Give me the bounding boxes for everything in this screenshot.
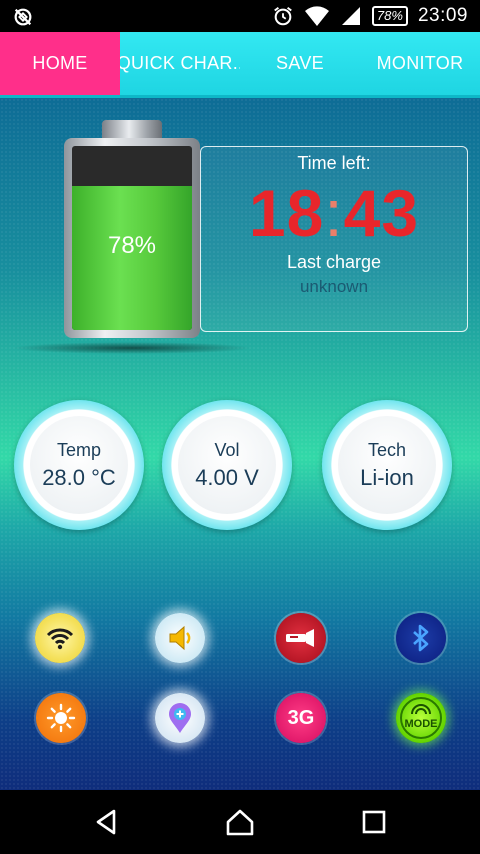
tab-monitor[interactable]: MONITOR bbox=[360, 32, 480, 95]
flashlight-toggle[interactable] bbox=[276, 613, 326, 663]
time-left-panel: Time left: 18:43 Last charge unknown bbox=[200, 146, 468, 332]
bluetooth-icon bbox=[413, 624, 429, 652]
technology-label: Tech bbox=[367, 439, 407, 460]
tab-save[interactable]: SAVE bbox=[240, 32, 360, 95]
brightness-toggle[interactable] bbox=[36, 693, 86, 743]
battery-status: 78% bbox=[371, 6, 408, 26]
status-bar: 78% 23:09 bbox=[0, 0, 480, 32]
speaker-icon bbox=[169, 625, 191, 651]
time-left-colon: : bbox=[324, 176, 344, 250]
technology-value: Li-ion bbox=[360, 464, 414, 490]
mobile-data-toggle[interactable]: 3G bbox=[276, 693, 326, 743]
signal-arc-icon bbox=[411, 704, 431, 715]
mobile-data-label: 3G bbox=[287, 706, 315, 729]
clock: 23:09 bbox=[417, 5, 468, 26]
location-pin-icon bbox=[169, 703, 191, 733]
voltage-label: Vol bbox=[214, 439, 240, 460]
last-charge-value: unknown bbox=[299, 277, 369, 296]
sun-icon bbox=[46, 703, 76, 733]
recents-icon[interactable] bbox=[358, 806, 390, 838]
wifi-icon bbox=[46, 628, 74, 650]
mode-toggle[interactable]: MODE bbox=[396, 693, 446, 743]
mode-label: MODE bbox=[404, 718, 438, 730]
technology-gauge[interactable]: Tech Li-ion bbox=[322, 400, 452, 530]
voltage-gauge[interactable]: Vol 4.00 V bbox=[162, 400, 292, 530]
time-left-value: 18:43 bbox=[201, 174, 467, 252]
tab-home[interactable]: HOME bbox=[0, 32, 120, 95]
navigation-bar bbox=[0, 790, 480, 854]
last-charge-label: Last charge bbox=[286, 252, 382, 272]
alarm-icon bbox=[274, 6, 292, 26]
flashlight-icon bbox=[286, 629, 314, 647]
gps-toggle[interactable] bbox=[155, 693, 205, 743]
wifi-icon bbox=[304, 6, 329, 26]
temperature-gauge[interactable]: Temp 28.0 °C bbox=[14, 400, 144, 530]
battery-shadow bbox=[12, 342, 252, 354]
wifi-toggle[interactable] bbox=[35, 613, 85, 663]
voltage-value: 4.00 V bbox=[195, 464, 259, 490]
battery-level-text: 78% bbox=[107, 232, 157, 259]
sound-toggle[interactable] bbox=[155, 613, 205, 663]
battery-body: 78% bbox=[64, 138, 200, 338]
no-sync-icon bbox=[14, 8, 32, 26]
time-left-hours: 18 bbox=[248, 176, 325, 250]
signal-icon bbox=[341, 7, 360, 25]
time-left-label: Time left: bbox=[297, 153, 371, 173]
home-screen: 78% Time left: 18:43 Last charge unknown… bbox=[0, 98, 480, 790]
battery-graphic: 78% bbox=[12, 120, 252, 354]
battery-cap bbox=[102, 120, 162, 140]
time-left-minutes: 43 bbox=[343, 176, 420, 250]
back-icon[interactable] bbox=[90, 806, 122, 838]
tab-bar: HOME QUICK CHAR.. SAVE MONITOR bbox=[0, 32, 480, 98]
tab-quick-charge[interactable]: QUICK CHAR.. bbox=[120, 32, 240, 95]
temperature-value: 28.0 °C bbox=[42, 464, 116, 490]
temperature-label: Temp bbox=[56, 439, 101, 460]
bluetooth-toggle[interactable] bbox=[396, 613, 446, 663]
home-icon[interactable] bbox=[224, 806, 256, 838]
